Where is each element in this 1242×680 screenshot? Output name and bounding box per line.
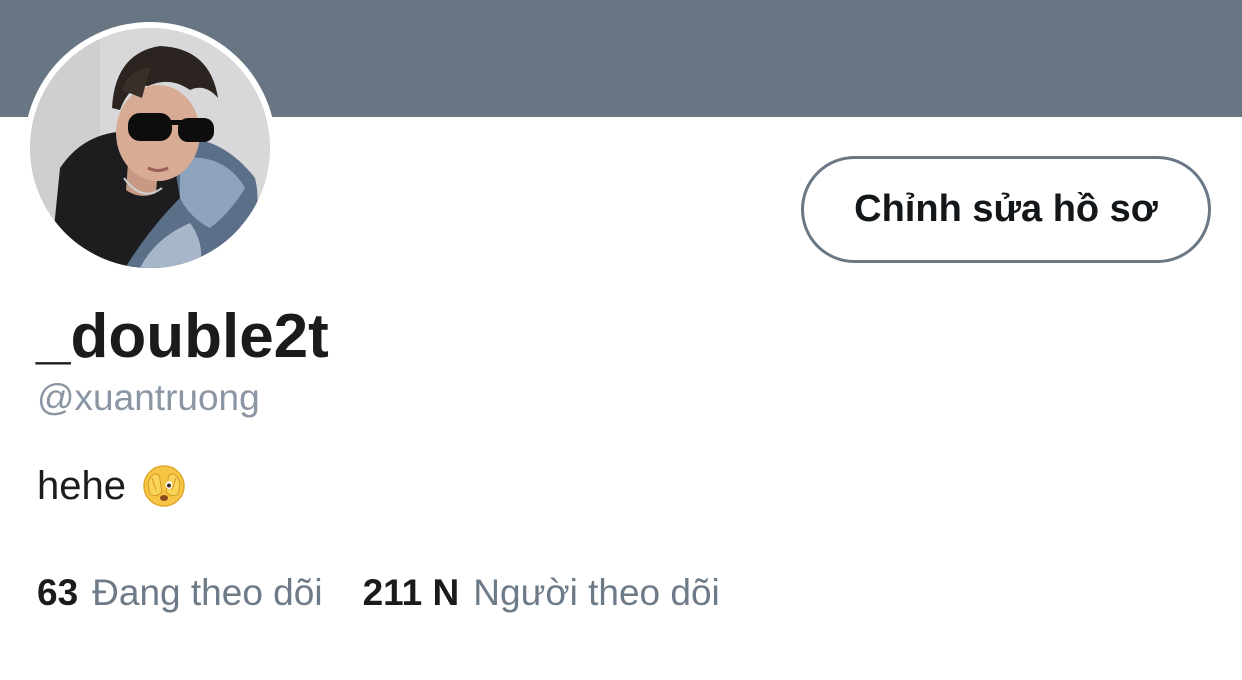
avatar-photo bbox=[30, 28, 270, 268]
followers-label: Người theo dõi bbox=[473, 572, 720, 613]
profile-page: Chỉnh sửa hồ sơ _double2t @xuantruong he… bbox=[0, 0, 1242, 680]
avatar[interactable] bbox=[30, 28, 270, 268]
face-with-peeking-eye-emoji-icon bbox=[143, 465, 185, 507]
follow-stats: 63 Đang theo dõi 211 N Người theo dõi bbox=[37, 569, 720, 617]
bio-text: hehe bbox=[37, 464, 126, 508]
followers-count: 211 N bbox=[362, 572, 460, 613]
followers-stat[interactable]: 211 N Người theo dõi bbox=[363, 572, 720, 614]
following-label: Đang theo dõi bbox=[92, 572, 323, 613]
following-stat[interactable]: 63 Đang theo dõi bbox=[37, 572, 323, 614]
display-name: _double2t bbox=[36, 302, 329, 371]
edit-profile-button[interactable]: Chỉnh sửa hồ sơ bbox=[801, 156, 1211, 263]
following-count: 63 bbox=[37, 572, 79, 613]
profile-bio: hehe bbox=[37, 461, 186, 511]
username-handle: @xuantruong bbox=[37, 377, 260, 418]
